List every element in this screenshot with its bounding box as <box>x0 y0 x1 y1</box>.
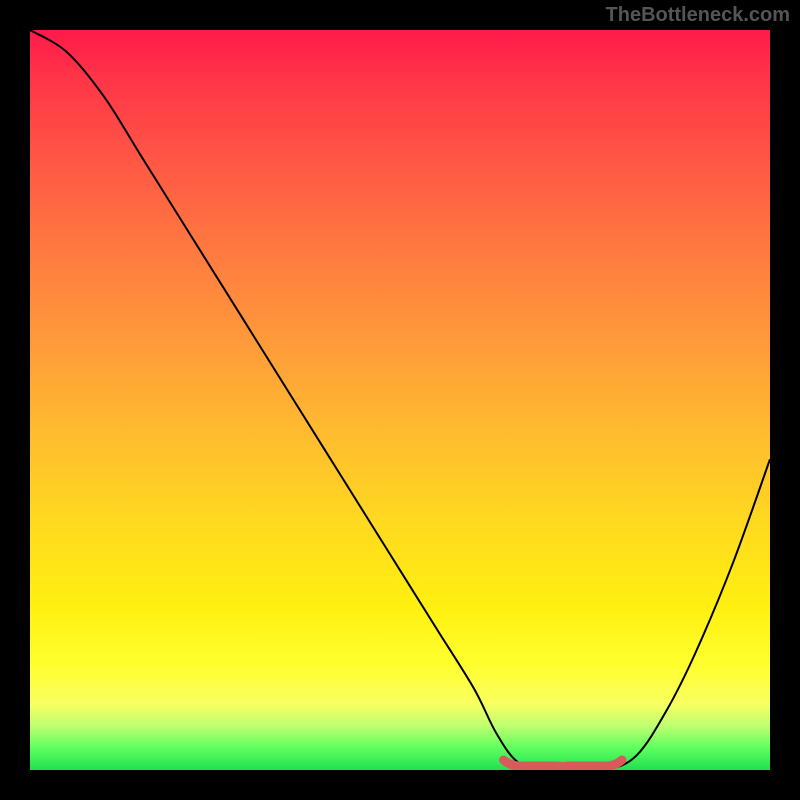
plot-area <box>30 30 770 770</box>
curve-svg <box>30 30 770 770</box>
bottleneck-curve-path <box>30 30 770 770</box>
watermark-text: TheBottleneck.com <box>606 4 790 27</box>
optimal-region-marker <box>504 760 622 767</box>
